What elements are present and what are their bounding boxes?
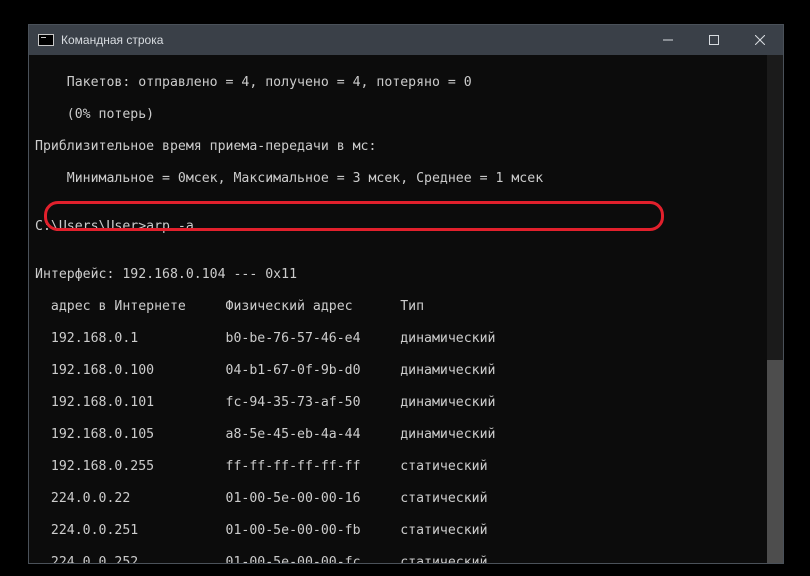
- output-line: Пакетов: отправлено = 4, получено = 4, п…: [35, 75, 777, 91]
- window-title: Командная строка: [61, 33, 645, 47]
- minimize-button[interactable]: [645, 25, 691, 55]
- output-line: (0% потерь): [35, 107, 777, 123]
- scrollbar-track[interactable]: [767, 55, 783, 563]
- arp-entry: 192.168.0.101 fc-94-35-73-af-50 динамиче…: [35, 395, 777, 411]
- arp-entry: 192.168.0.105 a8-5e-45-eb-4a-44 динамиче…: [35, 427, 777, 443]
- output-line: Минимальное = 0мсек, Максимальное = 3 мс…: [35, 171, 777, 187]
- close-button[interactable]: [737, 25, 783, 55]
- cmd-icon: [38, 34, 54, 46]
- arp-entry: 192.168.0.100 04-b1-67-0f-9b-d0 динамиче…: [35, 363, 777, 379]
- terminal-output[interactable]: Пакетов: отправлено = 4, получено = 4, п…: [29, 55, 783, 563]
- titlebar[interactable]: Командная строка: [29, 25, 783, 55]
- arp-entry: 224.0.0.251 01-00-5e-00-00-fb статически…: [35, 523, 777, 539]
- arp-entry: 192.168.0.255 ff-ff-ff-ff-ff-ff статичес…: [35, 459, 777, 475]
- table-header: адрес в Интернете Физический адрес Тип: [35, 299, 777, 315]
- command-prompt-window: Командная строка Пакетов: отправлено = 4…: [28, 24, 784, 564]
- interface-header: Интерфейс: 192.168.0.104 --- 0x11: [35, 267, 777, 283]
- arp-entry-gateway: 192.168.0.1 b0-be-76-57-46-e4 динамическ…: [35, 331, 777, 347]
- output-line: Приблизительное время приема-передачи в …: [35, 139, 777, 155]
- arp-entry: 224.0.0.22 01-00-5e-00-00-16 статический: [35, 491, 777, 507]
- arp-entry: 224.0.0.252 01-00-5e-00-00-fc статически…: [35, 555, 777, 563]
- prompt-line: C:\Users\User>arp -a: [35, 219, 777, 235]
- scrollbar-thumb[interactable]: [767, 360, 783, 563]
- maximize-button[interactable]: [691, 25, 737, 55]
